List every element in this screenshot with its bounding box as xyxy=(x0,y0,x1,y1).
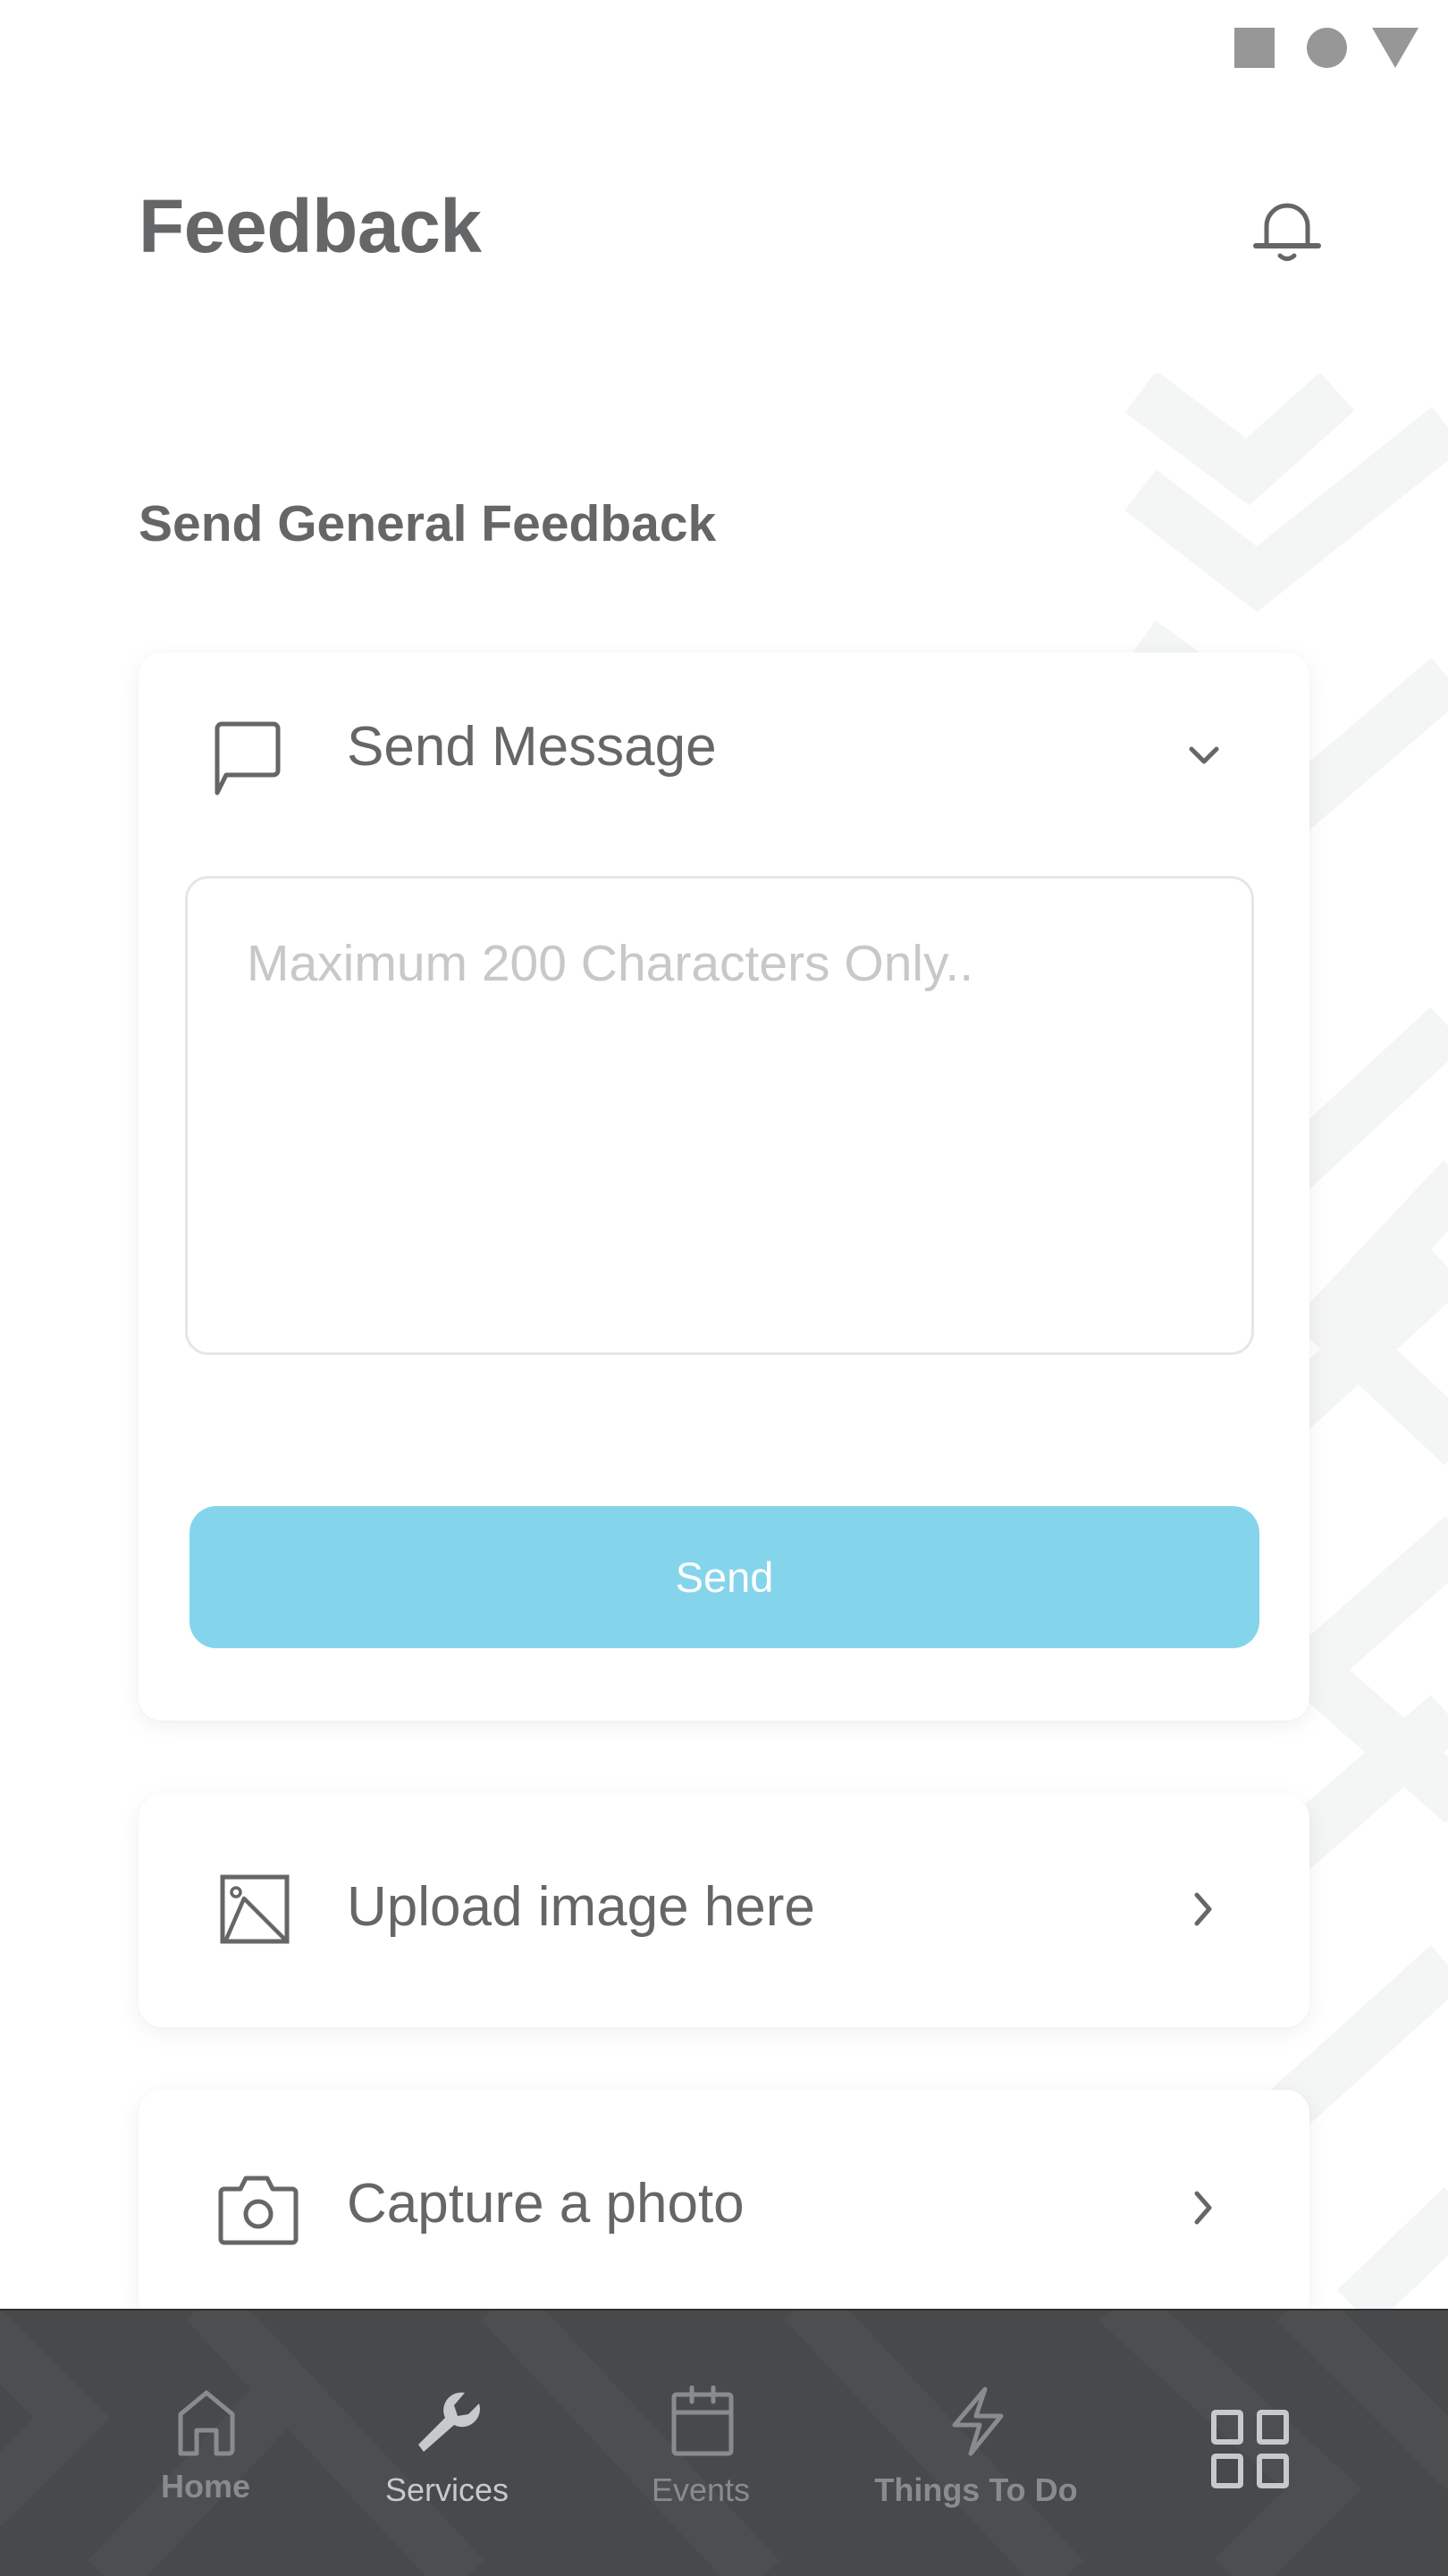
upload-image-label: Upload image here xyxy=(347,1876,815,1938)
lightning-icon xyxy=(952,2387,1004,2456)
send-message-card: Send Message Send xyxy=(139,652,1309,1721)
calendar-icon xyxy=(671,2386,734,2456)
nav-label-events: Events xyxy=(651,2471,751,2508)
nav-label-services: Services xyxy=(384,2471,509,2508)
bell-icon xyxy=(1253,203,1321,261)
grid-menu-icon xyxy=(1211,2410,1289,2488)
message-textarea[interactable] xyxy=(188,879,1251,1352)
nav-label-home: Home xyxy=(160,2468,251,2504)
upload-image-card[interactable]: Upload image here xyxy=(139,1795,1309,2027)
image-icon xyxy=(220,1874,290,1944)
send-message-label: Send Message xyxy=(347,716,717,778)
section-title: Send General Feedback xyxy=(139,495,717,552)
status-bar xyxy=(0,0,1448,98)
nav-item-home[interactable]: Home xyxy=(116,2311,295,2576)
nav-item-more-menu[interactable] xyxy=(1189,2311,1314,2576)
notification-button[interactable] xyxy=(1247,192,1327,273)
capture-photo-card[interactable]: Capture a photo xyxy=(139,2090,1309,2322)
square-icon xyxy=(1234,28,1275,68)
camera-icon xyxy=(218,2176,299,2245)
home-icon xyxy=(178,2390,235,2456)
send-button[interactable]: Send xyxy=(189,1506,1259,1648)
chevron-right-icon xyxy=(1194,2191,1212,2225)
bottom-nav: Home Services Events Things To Do xyxy=(0,2309,1448,2576)
chat-bubble-icon xyxy=(215,721,281,796)
nav-label-things-to-do: Things To Do xyxy=(874,2471,1078,2508)
capture-photo-label: Capture a photo xyxy=(347,2173,745,2235)
page-title: Feedback xyxy=(139,184,482,268)
nav-item-things-to-do[interactable]: Things To Do xyxy=(860,2311,1092,2576)
circle-icon xyxy=(1307,28,1347,68)
message-textarea-container xyxy=(185,876,1254,1355)
chevron-down-icon xyxy=(1189,746,1219,764)
nav-item-services[interactable]: Services xyxy=(358,2311,536,2576)
wrench-icon xyxy=(418,2392,480,2452)
triangle-icon xyxy=(1372,28,1419,68)
send-message-toggle[interactable]: Send Message xyxy=(139,652,1309,845)
chevron-right-icon xyxy=(1194,1892,1212,1926)
nav-item-events[interactable]: Events xyxy=(611,2311,790,2576)
